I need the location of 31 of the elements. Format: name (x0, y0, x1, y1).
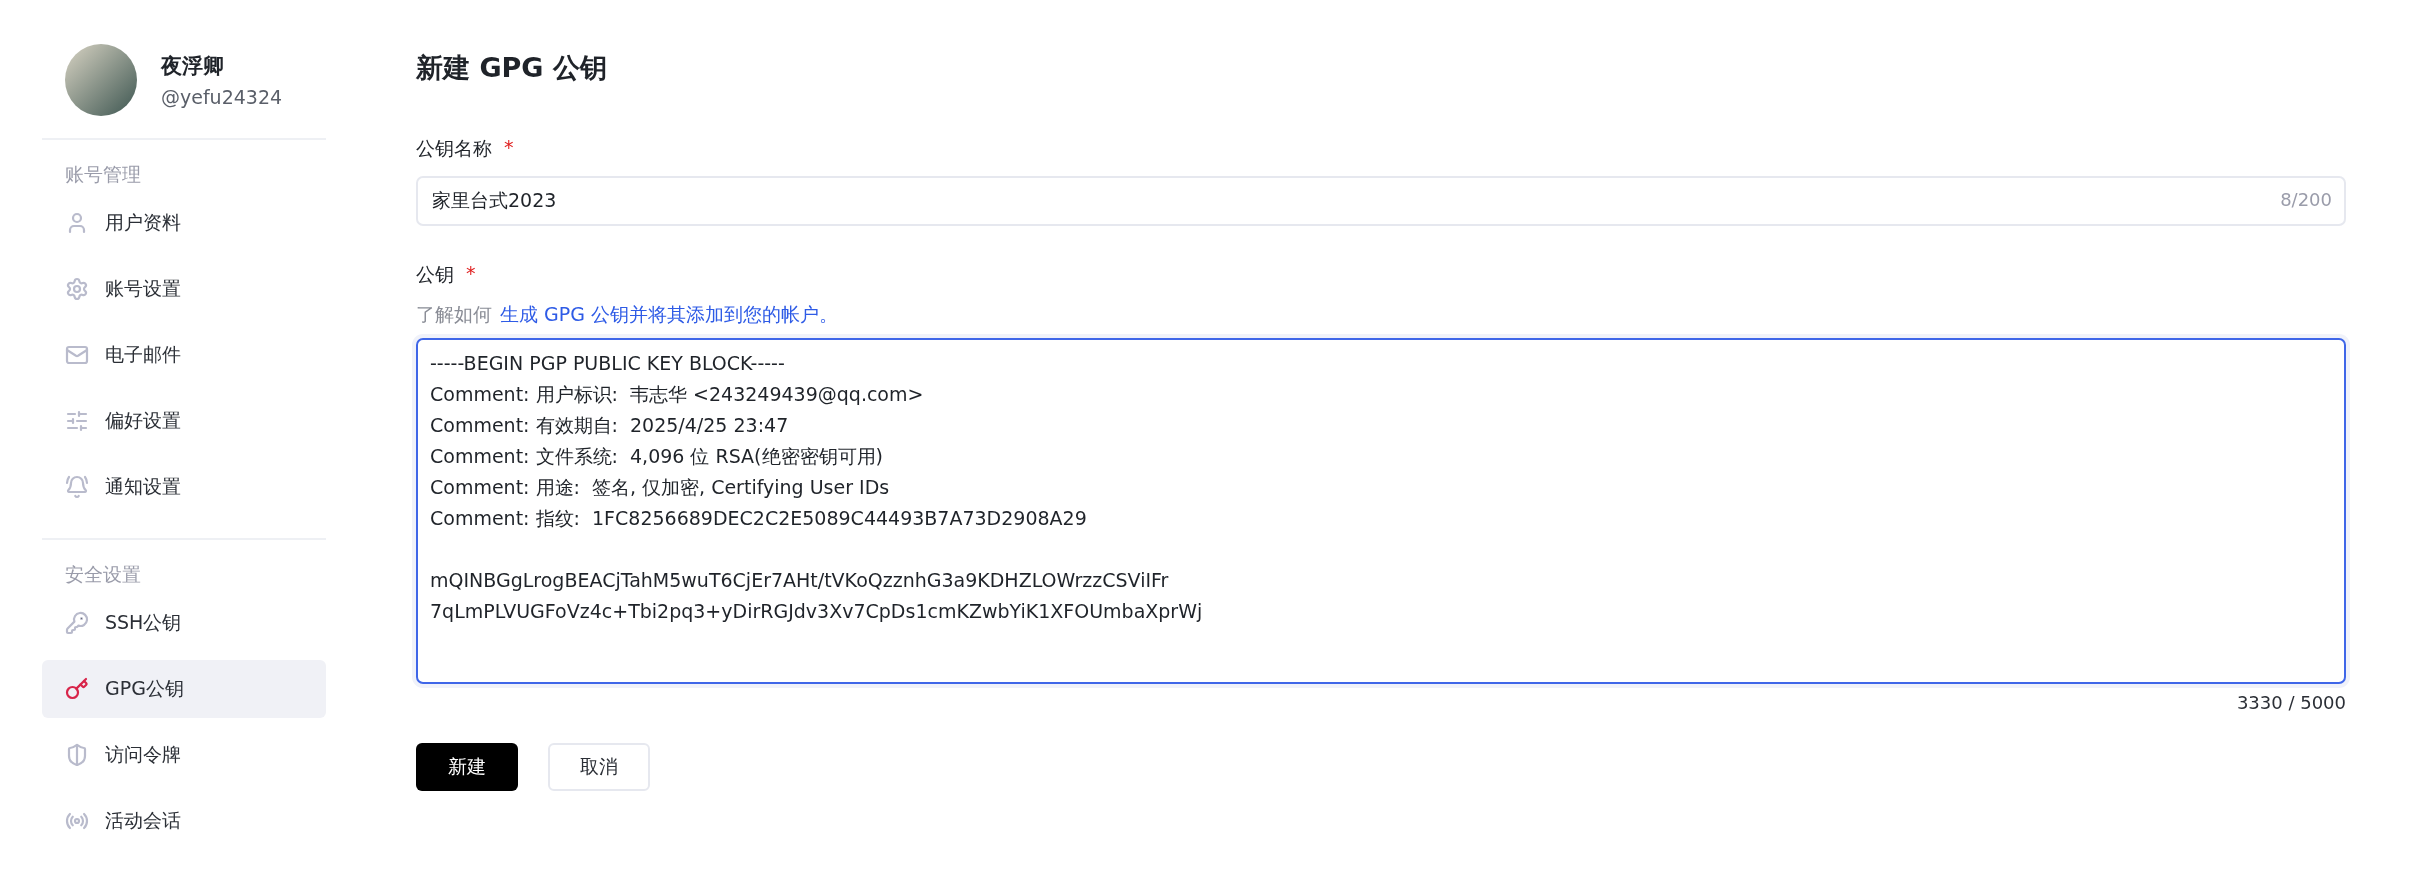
sidebar-item[interactable]: 电子邮件 (42, 326, 342, 384)
shield-icon (65, 743, 89, 767)
char-counter: 8/200 (2280, 189, 2332, 210)
page-title: 新建 GPG 公钥 (416, 51, 608, 85)
sidebar-item[interactable]: 活动会话 (42, 792, 326, 850)
sidebar-item[interactable]: 偏好设置 (42, 392, 342, 450)
sliders-icon (65, 409, 89, 433)
user-name: 夜浮卿 (161, 53, 225, 80)
required-mark: * (504, 136, 514, 160)
create-button[interactable]: 新建 (416, 743, 518, 791)
key-textarea[interactable]: -----BEGIN PGP PUBLIC KEY BLOCK----- Comment: 用户标识: 韦志华 <243249439@qq.com> Comment: 有效期自: 2025/4/25 23:47 Comment: 文件系统: 4,096 位 RSA(绝密密钥可用) Comment: 用途: 签名, 仅加密, Certifying User IDs Comment: 指纹: 1FC8256689DEC2C2E5089C44493B7A73D2908A29 mQINBGgLrogBEACjTahM5wuT6CjEr7AHt/tVKoQzznhG3a9KDHZLOWrzzCSViIFr 7qLmPLVUGFoVz4c+Tbi2pq3+yDirRGJdv3Xv7CpDs1cmKZwbYiK1XFOUmbaXprWj (416, 338, 2346, 684)
sidebar-item[interactable]: GPG公钥 (42, 660, 326, 718)
cancel-button[interactable]: 取消 (548, 743, 650, 791)
sidebar-item[interactable]: 用户资料 (42, 194, 342, 252)
gear-icon (65, 277, 89, 301)
char-counter: 3330 / 5000 (2236, 692, 2346, 713)
sidebar-item[interactable]: 通知设置 (42, 458, 342, 516)
sidebar-item[interactable]: 访问令牌 (42, 726, 326, 784)
sidebar-item[interactable]: SSH公钥 (42, 594, 326, 652)
sidebar-item[interactable]: 账号设置 (42, 260, 342, 318)
mail-icon (65, 343, 89, 367)
key-icon (65, 677, 89, 701)
field-label: 公钥名称 (416, 136, 492, 161)
section-title: 账号管理 (64, 162, 142, 187)
help-link[interactable]: 生成 GPG 公钥并将其添加到您的帐户。 (500, 302, 838, 328)
key-icon (65, 611, 89, 635)
section-title: 安全设置 (64, 562, 142, 587)
user-handle: @yefu24324 (161, 86, 283, 108)
hint-text: 了解如何 (416, 302, 492, 327)
field-label: 公钥 (416, 262, 454, 287)
required-mark: * (466, 262, 476, 286)
